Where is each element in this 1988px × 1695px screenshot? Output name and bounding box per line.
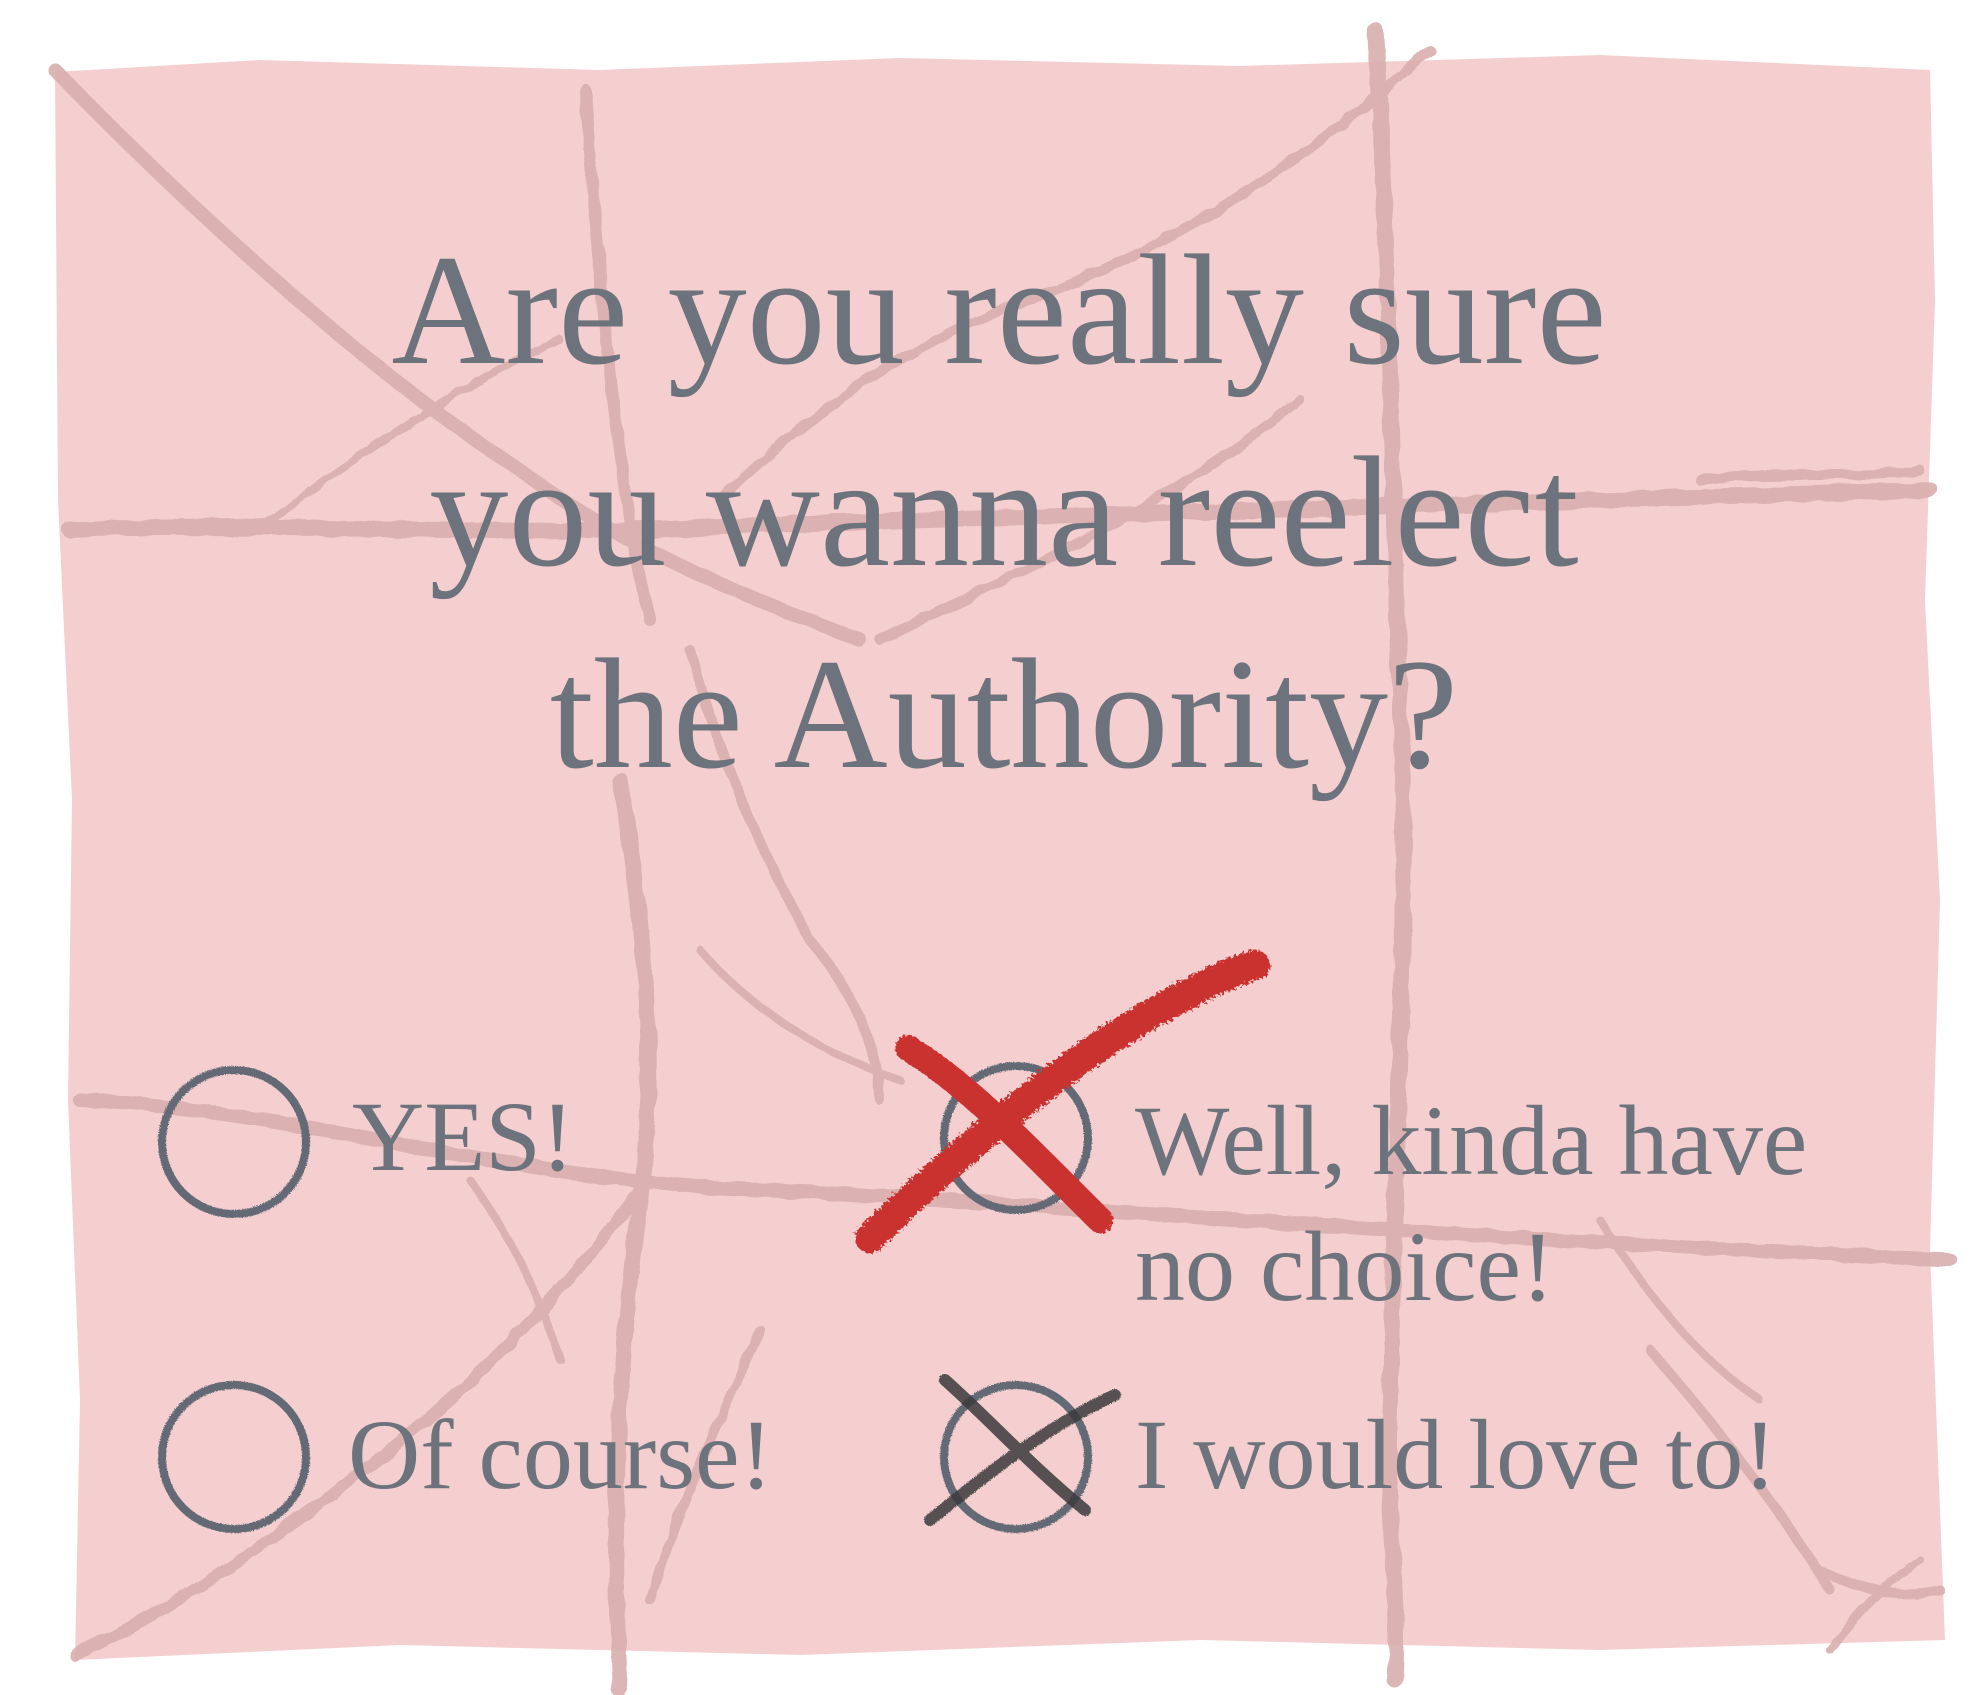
option-of-course-label[interactable]: Of course!	[348, 1396, 773, 1514]
option-no-choice-label[interactable]: Well, kinda have no choice!	[1135, 1078, 1807, 1330]
option-of-course-text: Of course!	[348, 1399, 773, 1510]
option-yes-label[interactable]: YES!	[352, 1078, 574, 1196]
ballot-illustration: Are you really sure you wanna reelect th…	[0, 0, 1988, 1695]
question-line-1: Are you really sure	[391, 223, 1607, 398]
question-line-2: you wanna reelect	[429, 425, 1579, 600]
ballot-question: Are you really sure you wanna reelect th…	[0, 210, 1988, 816]
option-yes-text: YES!	[352, 1081, 575, 1192]
question-line-3: the Authority?	[549, 627, 1459, 802]
option-love-to-text: I would love to!	[1135, 1399, 1777, 1510]
option-no-choice-text-line-2: no choice!	[1135, 1211, 1555, 1322]
option-love-to-label[interactable]: I would love to!	[1135, 1396, 1777, 1514]
option-no-choice-text-line-1: Well, kinda have	[1135, 1085, 1808, 1196]
